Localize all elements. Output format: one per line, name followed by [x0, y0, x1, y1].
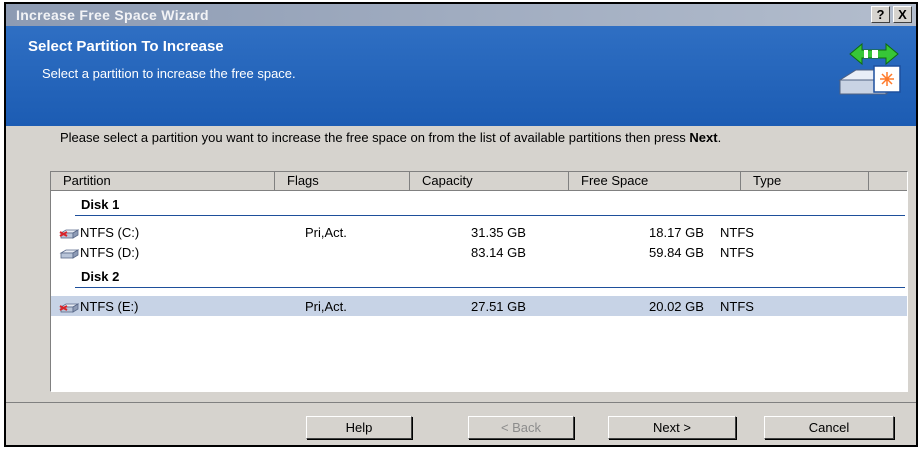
partition-drive-icon: [59, 248, 79, 259]
button-bar-divider: [6, 402, 916, 403]
partition-drive-red-icon: [59, 302, 79, 313]
wizard-header: Select Partition To Increase Select a pa…: [6, 26, 916, 126]
instructions-text: Please select a partition you want to in…: [60, 131, 900, 145]
header-subtitle: Select a partition to increase the free …: [42, 66, 296, 81]
partition-capacity: 83.14 GB: [471, 245, 526, 260]
partition-free-space: 59.84 GB: [649, 245, 704, 260]
window-title: Increase Free Space Wizard: [16, 7, 209, 23]
partition-free-space: 20.02 GB: [649, 299, 704, 314]
back-button[interactable]: < Back: [468, 416, 574, 439]
partition-name: NTFS (E:): [80, 299, 139, 314]
partition-type: NTFS: [720, 299, 754, 314]
group-divider: [75, 215, 905, 216]
partition-capacity: 31.35 GB: [471, 225, 526, 240]
column-capacity[interactable]: Capacity: [410, 172, 569, 190]
disk-resize-icon: [838, 42, 902, 95]
partition-name: NTFS (C:): [80, 225, 140, 240]
partition-type: NTFS: [720, 245, 754, 260]
column-free-space[interactable]: Free Space: [569, 172, 741, 190]
instructions-body: Please select a partition you want to in…: [60, 130, 690, 145]
help-title-button[interactable]: ?: [871, 6, 890, 23]
partition-type: NTFS: [720, 225, 754, 240]
group-header-disk-2: Disk 2: [51, 266, 907, 286]
wizard-window: Increase Free Space Wizard ? X Select Pa…: [4, 2, 918, 447]
column-flags[interactable]: Flags: [275, 172, 410, 190]
instructions-next-word: Next: [689, 130, 718, 145]
partition-flags: Pri,Act.: [305, 299, 347, 314]
group-header-disk-1: Disk 1: [51, 194, 907, 214]
next-button[interactable]: Next >: [608, 416, 736, 439]
partition-free-space: 18.17 GB: [649, 225, 704, 240]
partition-capacity: 27.51 GB: [471, 299, 526, 314]
group-label: Disk 2: [81, 269, 120, 284]
title-bar[interactable]: Increase Free Space Wizard ? X: [6, 4, 916, 26]
instructions-end: .: [717, 130, 722, 145]
column-type[interactable]: Type: [741, 172, 869, 190]
partition-row-e[interactable]: NTFS (E:) Pri,Act. 27.51 GB 20.02 GB NTF…: [51, 296, 907, 316]
partition-row-d[interactable]: NTFS (D:) 83.14 GB 59.84 GB NTFS: [51, 242, 907, 262]
header-title: Select Partition To Increase: [28, 38, 224, 55]
help-button[interactable]: Help: [306, 416, 412, 439]
partition-flags: Pri,Act.: [305, 225, 347, 240]
close-title-button[interactable]: X: [893, 6, 912, 23]
partition-name: NTFS (D:): [80, 245, 140, 260]
group-label: Disk 1: [81, 197, 120, 212]
column-partition[interactable]: Partition: [51, 172, 275, 190]
group-divider: [75, 287, 905, 288]
partition-drive-red-icon: [59, 228, 79, 239]
list-header: Partition Flags Capacity Free Space Type: [51, 172, 907, 191]
partition-list[interactable]: Partition Flags Capacity Free Space Type…: [50, 171, 908, 392]
partition-row-c[interactable]: NTFS (C:) Pri,Act. 31.35 GB 18.17 GB NTF…: [51, 222, 907, 242]
cancel-button[interactable]: Cancel: [764, 416, 894, 439]
